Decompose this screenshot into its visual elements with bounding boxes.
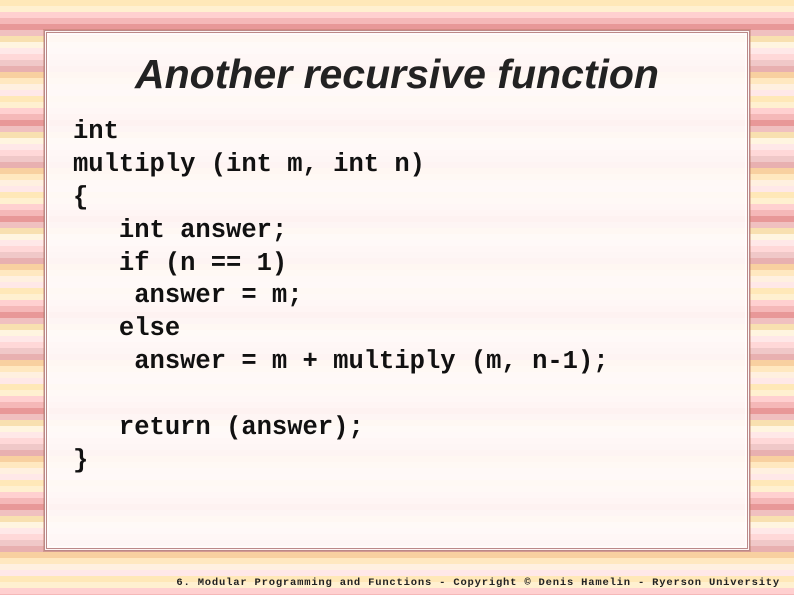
slide-title: Another recursive function — [73, 51, 721, 98]
slide-content-frame: Another recursive function int multiply … — [44, 30, 750, 551]
code-block: int multiply (int m, int n) { int answer… — [73, 116, 721, 478]
slide-footer: 6. Modular Programming and Functions - C… — [176, 577, 780, 589]
